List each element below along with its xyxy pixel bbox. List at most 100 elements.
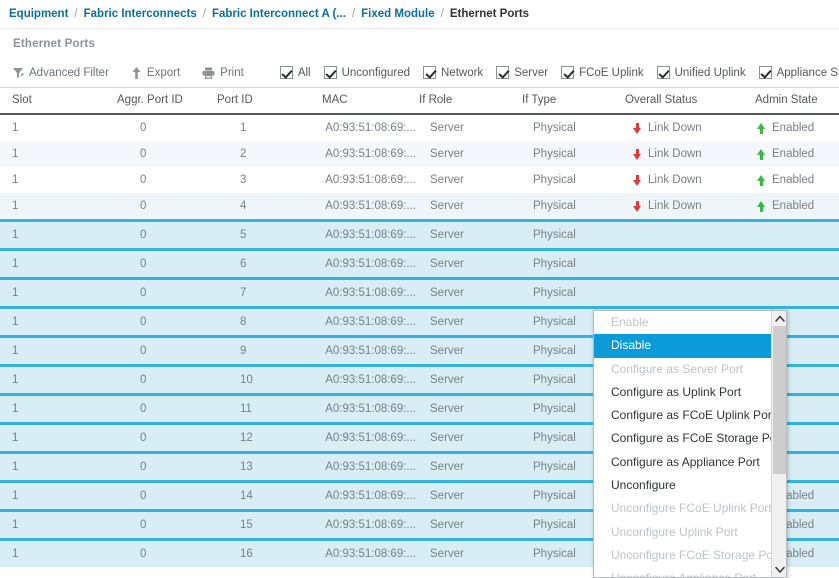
cell-overflow (835, 364, 839, 395)
checkbox-unified-uplink[interactable] (656, 66, 670, 79)
breadcrumb-item-fixed-module[interactable]: Fixed Module (361, 8, 434, 20)
scroll-down-button[interactable] (772, 562, 786, 577)
cell-aggr-port-id: 0 (117, 277, 217, 308)
filter-all[interactable]: All (279, 66, 311, 79)
cell-port-id: 3 (217, 167, 322, 193)
cell-admin-state (755, 219, 835, 250)
admin-state-label: Enabled (772, 148, 815, 160)
column-header-mac[interactable]: MAC (322, 88, 419, 115)
checkbox-server[interactable] (496, 66, 510, 79)
column-header-aggr-port-id[interactable]: Aggr. Port ID (117, 88, 217, 115)
filter-appliance-storage[interactable]: Appliance Storage (758, 66, 839, 79)
advanced-filter-button[interactable]: Advanced Filter (12, 67, 109, 79)
cell-mac: A0:93:51:08:69:... (322, 193, 419, 221)
cell-overflow (835, 219, 839, 250)
cell-mac: A0:93:51:08:69:... (322, 277, 419, 308)
checkbox-network[interactable] (423, 66, 436, 79)
cell-port-id: 8 (217, 306, 322, 337)
column-header-overall-status[interactable]: Overall Status (625, 88, 755, 115)
table-row[interactable]: 1 0 3 A0:93:51:08:69:... Server Physical Link … (0, 167, 839, 193)
cell-if-type: Physical (522, 167, 625, 193)
filter-network[interactable]: Network (423, 66, 483, 79)
overall-status-label: Link Down (648, 200, 702, 212)
breadcrumb-item-fabric-interconnect-a[interactable]: Fabric Interconnect A (... (212, 8, 346, 20)
checkbox-appliance-storage[interactable] (758, 66, 772, 79)
down-arrow-icon (633, 122, 642, 134)
cell-admin-state (755, 248, 835, 279)
cell-overflow (835, 422, 839, 453)
cell-overflow (835, 277, 839, 308)
context-menu-item-unconfigure-fcoe-storage-port: Unconfigure FCoE Storage Port (611, 547, 781, 562)
cell-aggr-port-id: 0 (117, 248, 217, 279)
context-menu-item-configure-as-appliance-port[interactable]: Configure as Appliance Port (594, 451, 772, 474)
cell-slot: 1 (0, 480, 117, 511)
cell-admin-state: Enabled (755, 141, 835, 167)
cell-overflow (835, 167, 839, 193)
cell-if-type: Physical (522, 141, 625, 167)
cell-mac: A0:93:51:08:69:... (322, 451, 419, 482)
filter-fcoe-uplink[interactable]: FCoE Uplink (561, 66, 644, 79)
cell-slot: 1 (0, 167, 117, 193)
column-header-port-id[interactable]: Port ID (217, 88, 322, 115)
cell-if-role: Server (419, 422, 522, 453)
filter-unified-uplink[interactable]: Unified Uplink (656, 66, 746, 79)
column-header-if-role[interactable]: If Role (419, 88, 522, 115)
table-row[interactable]: 1 0 4 A0:93:51:08:69:... Server Physical Link … (0, 193, 839, 221)
breadcrumb-item-fabric-interconnects[interactable]: Fabric Interconnects (84, 8, 197, 20)
down-arrow-icon (633, 200, 642, 212)
filter-unconfigured[interactable]: Unconfigured (323, 66, 410, 79)
cell-if-role: Server (419, 248, 522, 279)
breadcrumb-separator: / (351, 8, 356, 20)
cell-mac: A0:93:51:08:69:... (322, 422, 419, 453)
column-header-admin-state[interactable]: Admin State (755, 88, 835, 115)
cell-if-role: Server (419, 393, 522, 424)
filter-server[interactable]: Server (496, 66, 548, 79)
scroll-up-button[interactable] (772, 311, 786, 326)
cell-mac: A0:93:51:08:69:... (322, 219, 419, 250)
breadcrumb: Equipment / Fabric Interconnects / Fabri… (0, 0, 839, 29)
cell-overflow (835, 193, 839, 221)
cell-if-role: Server (419, 219, 522, 250)
table-row[interactable]: 1 0 6 A0:93:51:08:69:... Server Physical (0, 248, 839, 279)
table-row[interactable]: 1 0 5 A0:93:51:08:69:... Server Physical (0, 219, 839, 250)
cell-port-id: 7 (217, 277, 322, 308)
print-button[interactable]: Print (202, 67, 244, 79)
breadcrumb-separator: / (202, 8, 206, 20)
context-menu-item-enable: Enable (611, 315, 649, 329)
context-menu-item-unconfigure[interactable]: Unconfigure (594, 474, 772, 497)
checkbox-all[interactable] (279, 66, 293, 79)
cell-mac: A0:93:51:08:69:... (322, 114, 419, 141)
table-row[interactable]: 1 0 7 A0:93:51:08:69:... Server Physical (0, 277, 839, 308)
advanced-filter-label: Advanced Filter (29, 66, 109, 79)
cell-mac: A0:93:51:08:69:... (322, 538, 419, 567)
cell-overflow (835, 509, 839, 540)
cell-mac: A0:93:51:08:69:... (322, 167, 419, 193)
column-header-overflow[interactable] (835, 88, 839, 115)
checkbox-unconfigured[interactable] (323, 66, 337, 79)
cell-slot: 1 (0, 141, 117, 167)
context-menu-item-configure-as-fcoe-storage-port[interactable]: Configure as FCoE Storage Port (594, 427, 784, 450)
scrollbar-thumb[interactable] (773, 326, 786, 474)
cell-mac: A0:93:51:08:69:... (322, 141, 419, 167)
context-menu-scrollbar[interactable] (771, 311, 786, 577)
context-menu-item-configure-as-fcoe-uplink-port[interactable]: Configure as FCoE Uplink Port (594, 404, 775, 427)
column-header-slot[interactable]: Slot (0, 88, 117, 115)
export-button[interactable]: Export (131, 66, 180, 79)
table-row[interactable]: 1 0 1 A0:93:51:08:69:... Server Physical Link … (0, 114, 839, 141)
cell-overflow (835, 393, 839, 424)
context-menu-item-disable[interactable]: Disable (594, 334, 772, 358)
cell-mac: A0:93:51:08:69:... (322, 248, 419, 279)
cell-port-id: 1 (217, 114, 322, 141)
cell-overall-status: Link Down (625, 167, 755, 193)
breadcrumb-item-equipment[interactable]: Equipment (9, 8, 68, 20)
table-row[interactable]: 1 0 2 A0:93:51:08:69:... Server Physical Link … (0, 141, 839, 167)
cell-port-id: 12 (217, 422, 322, 453)
cell-if-role: Server (419, 480, 522, 511)
port-context-menu[interactable]: Enable Disable Configure as Server Port Con… (593, 310, 787, 578)
column-header-if-type[interactable]: If Type (522, 88, 625, 115)
context-menu-item-configure-as-uplink-port[interactable]: Configure as Uplink Port (594, 381, 772, 404)
cell-mac: A0:93:51:08:69:... (322, 335, 419, 366)
cell-overflow (835, 538, 839, 567)
checkbox-fcoe-uplink[interactable] (561, 66, 575, 79)
cell-port-id: 5 (217, 219, 322, 250)
